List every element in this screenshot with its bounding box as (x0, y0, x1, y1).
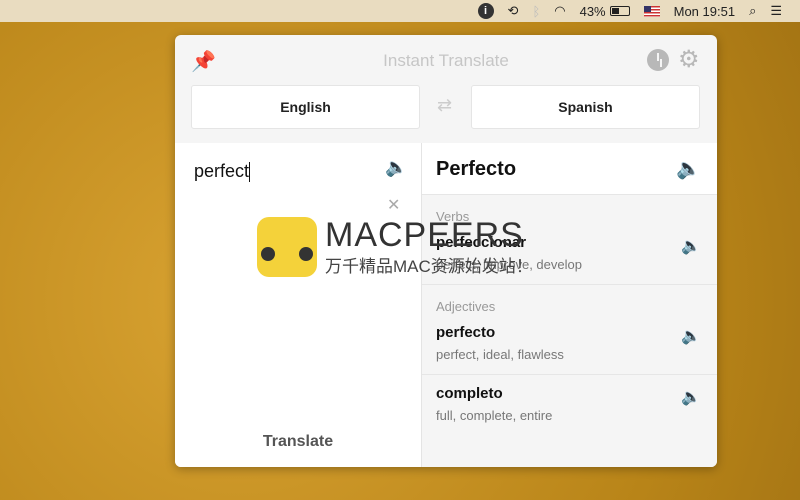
swap-languages-icon[interactable]: ⇄ (437, 95, 452, 116)
speaker-icon[interactable]: 🔈 (681, 387, 701, 407)
speaker-icon[interactable]: 🔈 (385, 157, 407, 178)
time-machine-icon[interactable]: ⟲ (508, 3, 519, 19)
section-label: Adjectives (436, 299, 496, 314)
translate-popover: 📌 Instant Translate ⚙ English ⇄ Spanish … (175, 35, 717, 467)
target-language-button[interactable]: Spanish (471, 85, 700, 129)
word: perfeccionar (436, 234, 527, 251)
battery-percent: 43% (579, 3, 606, 19)
synonyms: perfect, improve, develop (436, 257, 582, 272)
battery-status[interactable]: 43% (580, 4, 630, 19)
battery-icon (609, 6, 630, 16)
main-translation-text: Perfecto (436, 158, 517, 180)
synonyms: perfect, ideal, flawless (436, 347, 564, 362)
notification-center-icon[interactable]: ☰ (770, 3, 782, 19)
list-item[interactable]: perfecto perfect, ideal, flawless 🔈 (422, 314, 717, 375)
speaker-icon[interactable]: 🔈 (681, 236, 701, 256)
app-title: Instant Translate (383, 51, 509, 70)
speaker-icon[interactable]: 🔈 (676, 156, 701, 181)
list-item[interactable]: completo full, complete, entire 🔈 (422, 375, 717, 435)
results-pane: Perfecto 🔈 Verbs perfeccionar perfect, imp… (421, 143, 717, 467)
translate-button[interactable]: Translate (175, 433, 421, 451)
speaker-icon[interactable]: 🔈 (681, 326, 701, 346)
gear-icon[interactable]: ⚙ (678, 45, 700, 74)
history-clock-icon[interactable] (647, 49, 669, 71)
menubar-clock[interactable]: Mon 19:51 (674, 4, 735, 19)
synonyms: full, complete, entire (436, 408, 553, 423)
word: completo (436, 385, 503, 402)
menu-bar: i ⟲ ᛒ ◠ 43% Mon 19:51 ⌕ ☰ (0, 0, 800, 22)
section-label: Verbs (436, 209, 470, 224)
list-item[interactable]: perfeccionar perfect, improve, develop 🔈 (422, 224, 717, 285)
bluetooth-icon[interactable]: ᛒ (532, 4, 540, 19)
clear-icon[interactable]: ✕ (387, 195, 400, 215)
wifi-icon[interactable]: ◠ (554, 3, 565, 19)
word: perfecto (436, 324, 496, 341)
instant-translate-icon[interactable]: i (477, 3, 494, 19)
us-flag-input-icon[interactable] (643, 5, 660, 17)
source-language-button[interactable]: English (191, 85, 420, 129)
main-translation: Perfecto 🔈 (422, 143, 717, 195)
source-text-input[interactable]: perfect (194, 161, 250, 182)
spotlight-search-icon[interactable]: ⌕ (749, 3, 756, 19)
input-pane: perfect 🔈 ✕ Translate (175, 143, 421, 467)
